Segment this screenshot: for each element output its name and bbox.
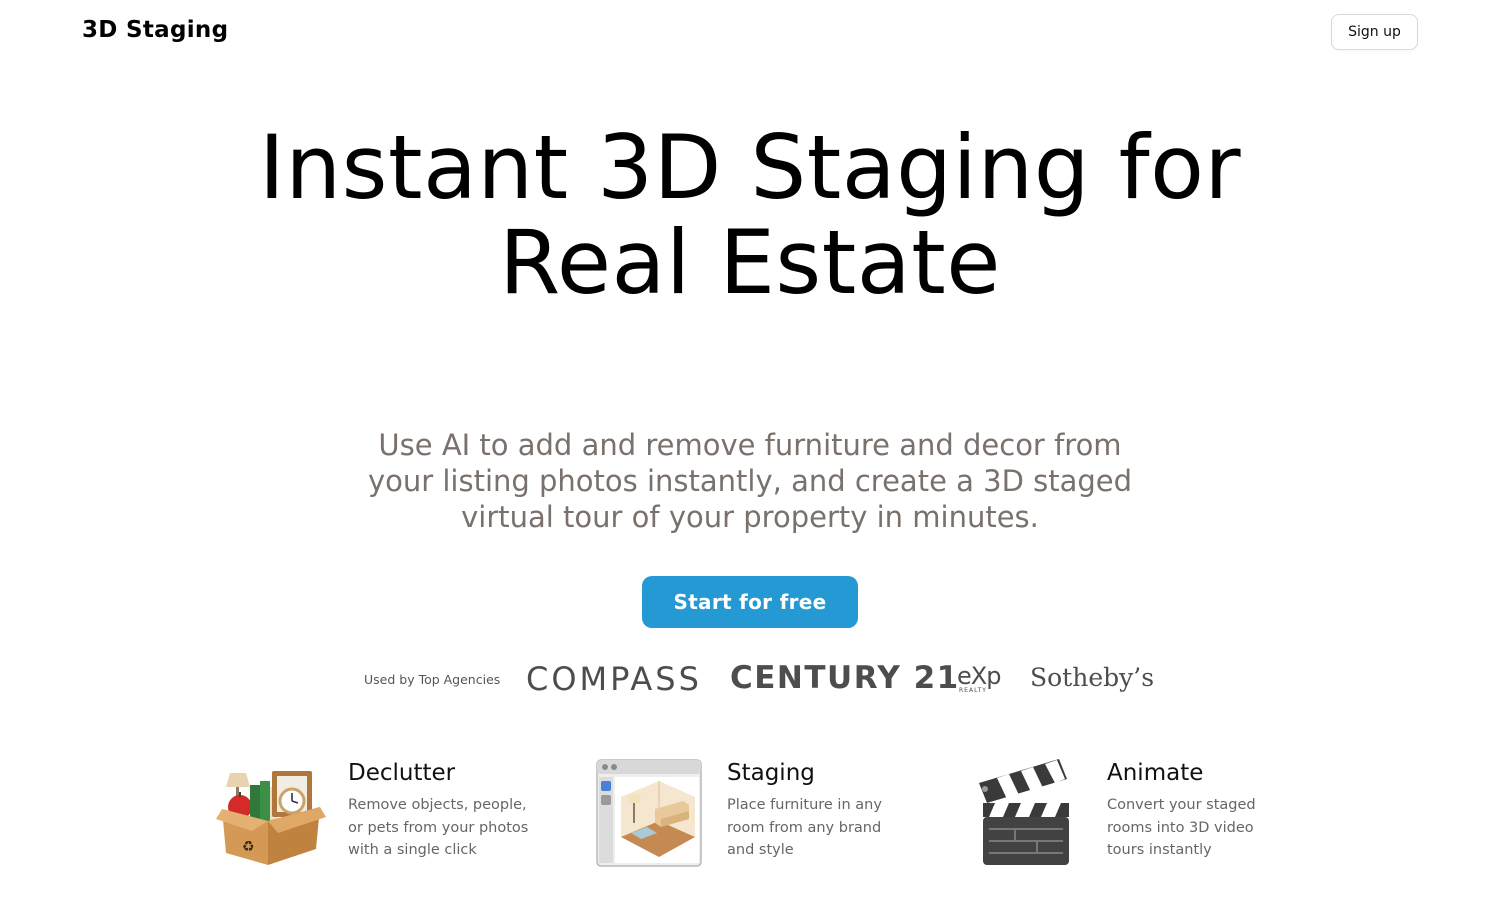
start-for-free-button[interactable]: Start for free xyxy=(642,576,858,628)
clapperboard-icon xyxy=(975,757,1085,867)
feature-description: Remove objects, people, or pets from you… xyxy=(348,797,529,858)
room-window-icon xyxy=(595,757,705,867)
moving-box-icon: ♻ xyxy=(216,757,326,867)
compass-logo: COMPASS xyxy=(526,660,702,698)
svg-text:♻: ♻ xyxy=(242,839,255,855)
exp-realty-logo: eXp REALTY xyxy=(957,664,1011,696)
feature-title: Animate xyxy=(1107,760,1204,786)
agencies-label: Used by Top Agencies xyxy=(364,672,501,687)
hero-title: Instant 3D Staging for Real Estate xyxy=(258,116,1242,314)
feature-description: Convert your staged rooms into 3D video … xyxy=(1107,797,1256,858)
feature-staging: Staging Place furniture in any room from… xyxy=(595,757,912,867)
sothebys-logo: Sotheby’s xyxy=(1030,663,1155,692)
feature-declutter: ♻ Declutter Remove objects, people, or p… xyxy=(216,757,533,867)
feature-title: Declutter xyxy=(348,760,456,786)
feature-animate: Animate Convert your staged rooms into 3… xyxy=(975,757,1292,867)
feature-title: Staging xyxy=(727,760,815,786)
century21-logo: CENTURY 21 xyxy=(730,660,960,696)
exp-logo-subtext: REALTY xyxy=(959,687,987,694)
exp-logo-text: eXp xyxy=(957,662,1001,690)
sign-up-button[interactable]: Sign up xyxy=(1331,14,1418,50)
brand-logo[interactable]: 3D Staging xyxy=(82,17,228,43)
hero-subtitle: Use AI to add and remove furniture and d… xyxy=(367,428,1133,534)
feature-description: Place furniture in any room from any bra… xyxy=(727,797,882,858)
